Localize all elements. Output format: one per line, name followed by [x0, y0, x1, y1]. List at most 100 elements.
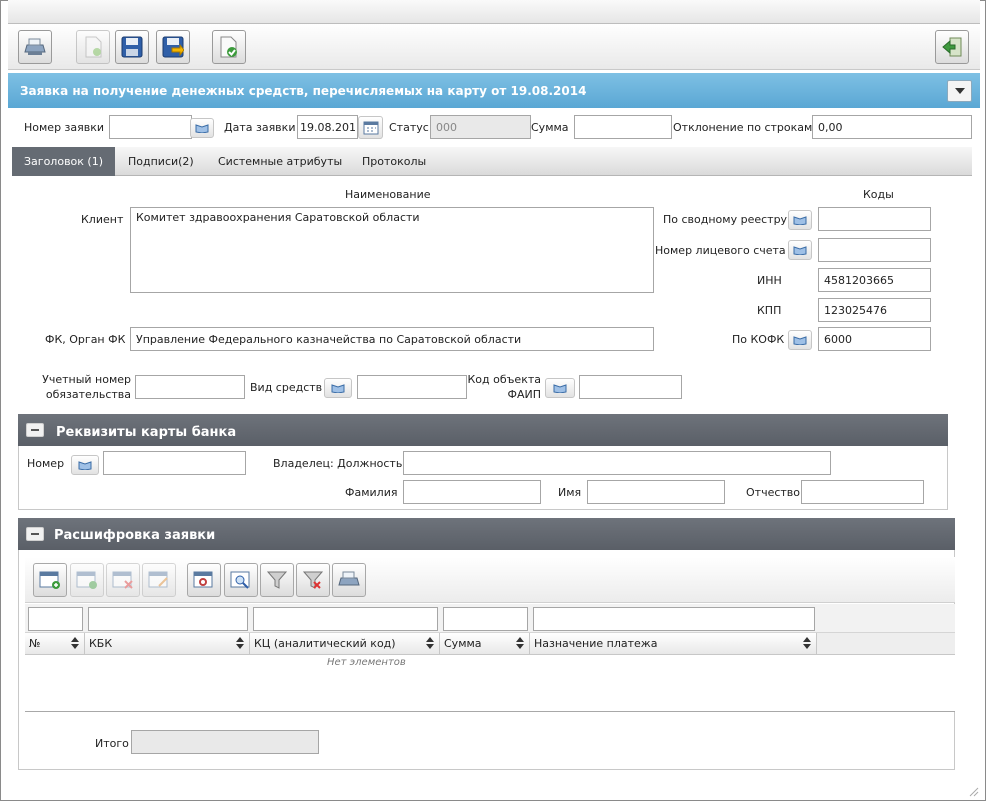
filter-purpose-field[interactable] — [533, 607, 815, 631]
kofk-field[interactable] — [818, 327, 931, 351]
consolidated-registry-field[interactable] — [818, 207, 931, 231]
add-row-icon — [39, 571, 60, 589]
sum-field[interactable] — [574, 115, 672, 139]
table-settings-button[interactable] — [187, 563, 221, 597]
request-details-panel-title: Расшифровка заявки — [54, 528, 216, 543]
bank-card-panel-header: Реквизиты карты банка — [18, 414, 948, 446]
print-button[interactable] — [18, 30, 52, 64]
filter-button[interactable] — [260, 563, 294, 597]
calendar-button[interactable] — [358, 116, 383, 139]
title-dropdown-button[interactable] — [947, 80, 972, 102]
sort-icon — [516, 637, 524, 649]
personal-account-lookup-button[interactable] — [788, 240, 812, 260]
top-strip — [8, 0, 980, 24]
fk-authority-field[interactable] — [130, 327, 654, 351]
inn-label: ИНН — [757, 274, 782, 287]
column-header-purpose[interactable]: Назначение платежа — [530, 633, 817, 655]
book-icon — [793, 246, 807, 255]
request-date-label: Дата заявки — [224, 121, 296, 134]
check-document-icon — [220, 36, 237, 58]
column-header-kbk-label: КБК — [89, 637, 113, 650]
resize-grip[interactable] — [967, 785, 979, 797]
edit-row-button[interactable] — [142, 563, 176, 597]
check-document-button[interactable] — [212, 30, 246, 64]
book-icon — [331, 384, 345, 393]
first-name-field[interactable] — [587, 480, 725, 504]
collapse-request-details-button[interactable] — [26, 527, 44, 541]
filter-kbk-field[interactable] — [88, 607, 248, 631]
first-name-label: Имя — [558, 486, 582, 499]
print-icon — [338, 571, 360, 586]
new-document-button[interactable] — [76, 30, 110, 64]
calendar-icon — [363, 121, 378, 134]
obligation-number-label-line1: Учетный номер — [42, 373, 131, 386]
name-column-header: Наименование — [345, 188, 431, 201]
owner-position-label: Владелец: Должность — [273, 457, 403, 470]
clear-filter-icon — [302, 571, 324, 589]
client-field[interactable]: Комитет здравоохранения Саратовской обла… — [130, 207, 654, 293]
row-deviation-field[interactable] — [812, 115, 972, 139]
consolidated-registry-lookup-button[interactable] — [788, 210, 812, 230]
surname-field[interactable] — [403, 480, 541, 504]
column-header-sum-label: Сумма — [444, 637, 482, 650]
collapse-bank-card-button[interactable] — [26, 423, 44, 437]
kpp-label: КПП — [757, 304, 782, 317]
obligation-number-field[interactable] — [135, 375, 245, 399]
request-number-field[interactable] — [109, 115, 192, 139]
add-child-row-button[interactable] — [70, 563, 104, 597]
funds-type-lookup-button[interactable] — [324, 378, 352, 398]
row-deviation-label: Отклонение по строкам — [673, 121, 813, 134]
column-header-sum[interactable]: Сумма — [440, 633, 530, 655]
codes-column-header: Коды — [863, 188, 894, 201]
exit-button[interactable] — [935, 30, 969, 64]
column-header-number[interactable]: № — [25, 633, 85, 655]
table-settings-icon — [193, 571, 213, 588]
exit-icon — [942, 37, 962, 57]
save-button[interactable] — [115, 30, 149, 64]
filter-number-field[interactable] — [28, 607, 83, 631]
fk-authority-label: ФК, Орган ФК — [45, 333, 126, 346]
tab-signatures[interactable]: Подписи(2) — [116, 147, 206, 176]
kofk-lookup-button[interactable] — [788, 330, 812, 350]
tab-system-attributes[interactable]: Системные атрибуты — [206, 147, 354, 176]
inn-field[interactable] — [818, 268, 931, 292]
card-number-field[interactable] — [103, 451, 246, 475]
status-field — [430, 115, 531, 139]
details-table-body: Нет элементов — [25, 655, 955, 712]
filter-kc-field[interactable] — [253, 607, 438, 631]
faip-object-field[interactable] — [579, 375, 682, 399]
column-header-kc[interactable]: КЦ (аналитический код) — [250, 633, 440, 655]
sort-icon — [803, 637, 811, 649]
delete-row-icon — [112, 571, 133, 589]
book-icon — [793, 336, 807, 345]
funds-type-field[interactable] — [357, 375, 467, 399]
funds-type-label: Вид средств — [250, 381, 323, 394]
book-icon — [553, 384, 567, 393]
faip-object-label-line2: ФАИП — [507, 388, 542, 401]
page-title: Заявка на получение денежных средств, пе… — [20, 84, 587, 98]
find-in-table-icon — [230, 571, 250, 589]
request-date-field[interactable] — [297, 115, 358, 139]
clear-filter-button[interactable] — [296, 563, 330, 597]
save-and-close-button[interactable] — [156, 30, 190, 64]
find-in-table-button[interactable] — [224, 563, 258, 597]
kpp-field[interactable] — [818, 298, 931, 322]
personal-account-field[interactable] — [818, 238, 931, 262]
column-header-kc-label: КЦ (аналитический код) — [254, 637, 396, 650]
filter-sum-field[interactable] — [443, 607, 528, 631]
bank-card-panel-title: Реквизиты карты банка — [56, 425, 237, 440]
request-number-lookup-button[interactable] — [190, 118, 214, 138]
total-label: Итого — [95, 737, 129, 750]
owner-position-field[interactable] — [403, 451, 831, 475]
patronymic-field[interactable] — [801, 480, 924, 504]
card-number-lookup-button[interactable] — [71, 455, 99, 475]
delete-row-button[interactable] — [106, 563, 140, 597]
faip-object-lookup-button[interactable] — [545, 378, 575, 398]
tab-header[interactable]: Заголовок (1) — [12, 147, 115, 176]
save-as-icon — [162, 36, 184, 58]
add-row-button[interactable] — [33, 563, 67, 597]
print-table-button[interactable] — [332, 563, 366, 597]
column-header-kbk[interactable]: КБК — [85, 633, 250, 655]
tab-protocols[interactable]: Протоколы — [350, 147, 438, 176]
request-details-panel-header: Расшифровка заявки — [18, 518, 955, 550]
